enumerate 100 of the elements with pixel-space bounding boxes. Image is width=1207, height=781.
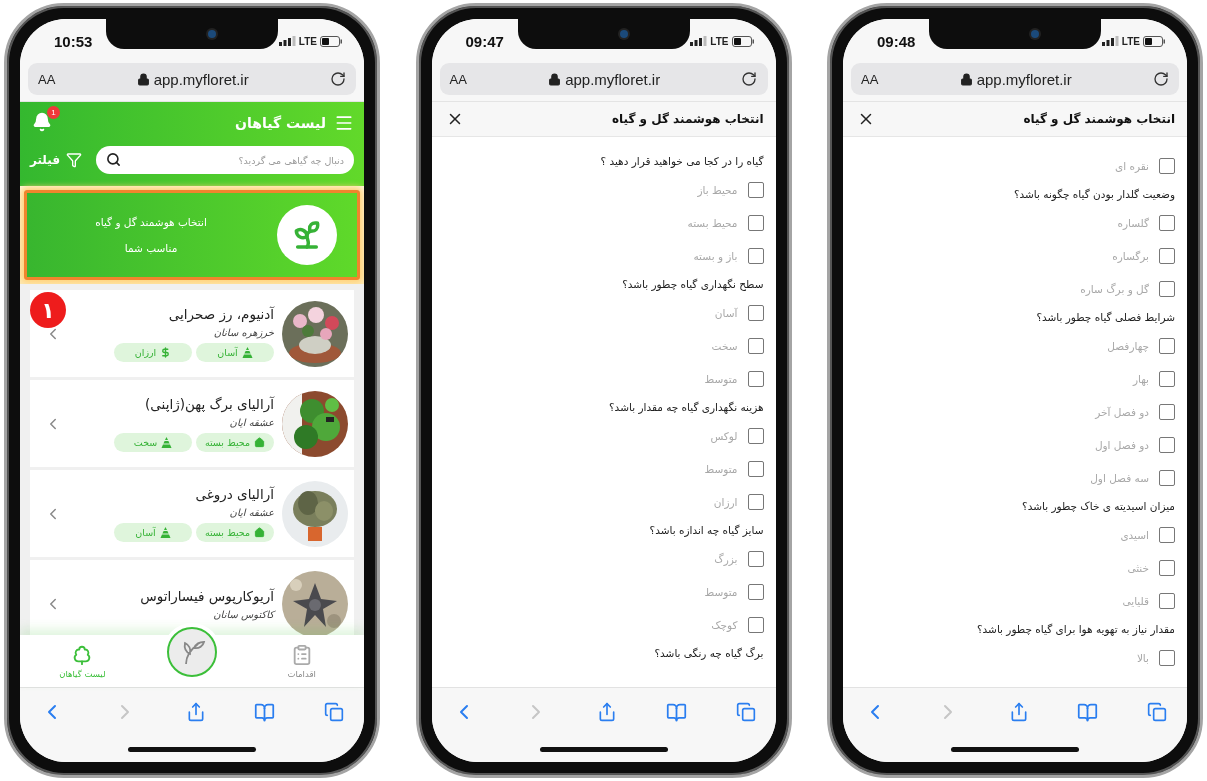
plant-card[interactable]: آرالیای برگ پهن(ژاپنی) عشقه ایان محیط بسته سخت: [30, 380, 354, 467]
checkbox[interactable]: [747, 427, 764, 444]
bell-icon[interactable]: [32, 112, 52, 132]
checkbox[interactable]: [1159, 280, 1175, 297]
reload-icon[interactable]: [741, 71, 758, 87]
option-label: بالا: [1136, 651, 1149, 664]
reload-icon[interactable]: [1153, 71, 1169, 87]
tag-chip: محیط بسته: [196, 432, 274, 452]
checkbox[interactable]: [747, 460, 764, 477]
filter-icon: [66, 152, 83, 168]
camera-icon: [1031, 30, 1039, 38]
signal-icon: [690, 36, 708, 46]
question-text: میزان اسیدیته ی خاک چطور باشد؟: [1021, 499, 1175, 515]
checkbox[interactable]: [1159, 592, 1175, 609]
address-bar[interactable]: AA app.myfloret.ir: [851, 63, 1179, 95]
plant-name: آدنیوم، رز صحرایی: [167, 305, 274, 322]
banner-subtitle: مناسب شما: [124, 242, 178, 254]
pyramid-icon: [241, 346, 253, 358]
checkbox[interactable]: [747, 493, 764, 510]
page-title: لیست گیاهان: [235, 115, 326, 131]
option-label: دو فصل آخر: [1095, 405, 1149, 418]
option-label: محیط بسته: [687, 216, 738, 229]
option-label: متوسط: [704, 462, 738, 475]
checkbox[interactable]: [1159, 649, 1175, 666]
question-text: گیاه را در کجا می خواهید قرار دهید ؟: [599, 154, 764, 170]
text-size-button[interactable]: AA: [449, 71, 467, 87]
status-time: 10:53: [54, 32, 93, 50]
bookmarks-icon[interactable]: [1077, 701, 1099, 723]
signal-icon: [1101, 36, 1119, 46]
option-label: متوسط: [704, 372, 738, 385]
checkbox[interactable]: [747, 214, 764, 231]
plant-card[interactable]: آرالیای دروغی عشقه ایان محیط بسته آسان: [30, 470, 354, 557]
checkbox[interactable]: [1159, 526, 1175, 543]
battery-icon: [731, 35, 754, 47]
house-icon: [254, 526, 266, 538]
option-label: کوچک: [711, 618, 738, 631]
text-size-button[interactable]: AA: [861, 71, 879, 87]
checkbox[interactable]: [1159, 469, 1175, 486]
dollar-icon: [160, 346, 172, 358]
lock-icon: [959, 72, 973, 86]
plant-button[interactable]: [167, 627, 217, 677]
checkbox[interactable]: [747, 181, 764, 198]
url-text: app.myfloret.ir: [976, 70, 1072, 88]
option-label: گل و برگ ساره: [1080, 282, 1149, 295]
plant-card[interactable]: آریوکارپوس فیساراتوس کاکتوس سانان: [30, 560, 354, 635]
checkbox[interactable]: [1159, 403, 1175, 420]
tag-chip: محیط بسته: [196, 522, 274, 542]
plant-name: آرالیای دروغی: [194, 485, 274, 502]
checkbox[interactable]: [1159, 214, 1175, 231]
share-icon[interactable]: [597, 702, 617, 722]
option-label: متوسط: [704, 585, 738, 598]
tabs-icon[interactable]: [735, 702, 756, 722]
pyramid-icon: [161, 436, 173, 448]
pyramid-icon: [159, 526, 171, 538]
option-label: نقره ای: [1115, 159, 1149, 172]
network-label: LTE: [710, 35, 729, 47]
signal-icon: [278, 36, 296, 46]
url-text: app.myfloret.ir: [153, 70, 249, 88]
checkbox[interactable]: [1159, 337, 1175, 354]
address-bar[interactable]: AA app.myfloret.ir: [28, 63, 356, 95]
checkbox[interactable]: [1159, 559, 1175, 576]
plant-family: عشقه ایان: [228, 506, 274, 518]
address-bar[interactable]: AA app.myfloret.ir: [439, 63, 768, 95]
plant-family: عشقه ایان: [228, 416, 274, 428]
network-label: LTE: [298, 35, 317, 47]
tabs-icon[interactable]: [324, 702, 344, 722]
nav-tab[interactable]: اقدامات: [261, 643, 342, 679]
option-label: محیط باز: [697, 183, 738, 196]
option-label: سخت: [711, 339, 738, 352]
tag-chip: آسان: [114, 522, 192, 542]
checkbox[interactable]: [1159, 247, 1175, 264]
checkbox[interactable]: [1159, 157, 1175, 174]
question-text: برگ گیاه چه رنگی باشد؟: [653, 646, 764, 662]
option-label: سه فصل اول: [1090, 471, 1149, 484]
checkbox[interactable]: [747, 304, 764, 321]
option-label: بهار: [1132, 372, 1149, 385]
checkbox[interactable]: [1159, 370, 1175, 387]
checkbox[interactable]: [747, 337, 764, 354]
camera-icon: [208, 30, 216, 38]
checkbox[interactable]: [747, 616, 764, 633]
plant-name: آریوکارپوس فیساراتوس: [139, 587, 274, 604]
checkbox[interactable]: [747, 550, 764, 567]
checkbox[interactable]: [747, 370, 764, 387]
option-label: دو فصل اول: [1094, 438, 1149, 451]
tabs-icon[interactable]: [1147, 702, 1167, 722]
status-time: 09:47: [465, 32, 504, 50]
search-field[interactable]: دنبال چه گیاهی می گردید؟: [96, 146, 354, 174]
question-text: هزینه نگهداری گیاه چه مقدار باشد؟: [608, 400, 764, 416]
checkbox[interactable]: [1159, 436, 1175, 453]
status-time: 09:48: [877, 32, 916, 50]
checkbox[interactable]: [747, 247, 764, 264]
option-label: باز و بسته: [693, 249, 738, 262]
text-size-button[interactable]: AA: [38, 71, 56, 87]
question-text: وضعیت گلدار بودن گیاه چگونه باشد؟: [1012, 187, 1175, 203]
reload-icon[interactable]: [330, 71, 346, 87]
bookmarks-icon[interactable]: [254, 701, 276, 723]
checkbox[interactable]: [747, 583, 764, 600]
plant-family: کاکتوس سانان: [212, 608, 274, 620]
bookmarks-icon[interactable]: [665, 701, 687, 723]
plant-name: آرالیای برگ پهن(ژاپنی): [144, 395, 274, 412]
